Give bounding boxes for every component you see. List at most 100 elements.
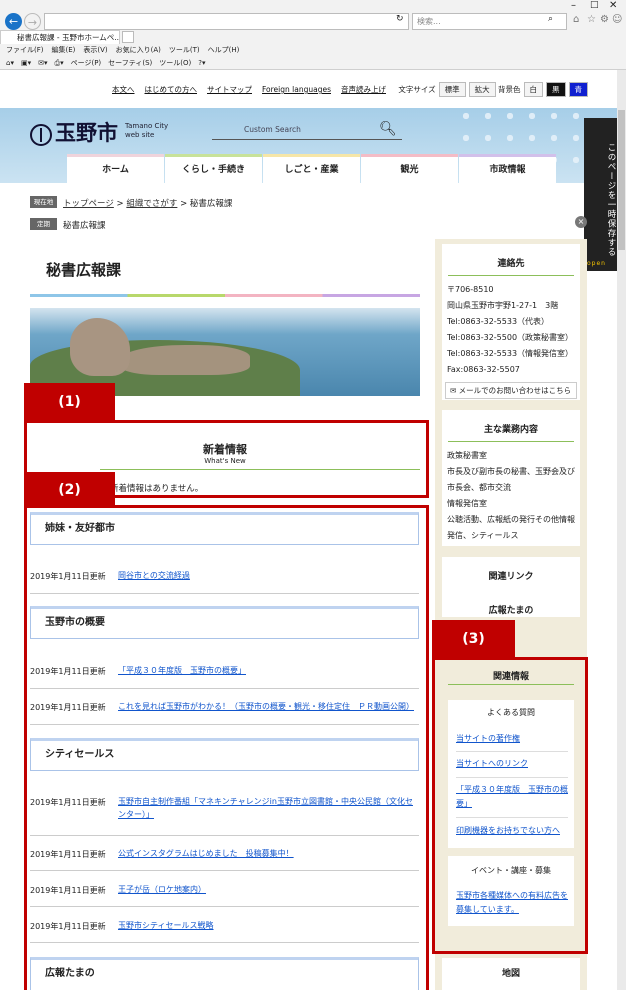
- fixed-tag: 定期: [30, 218, 57, 230]
- maximize-icon[interactable]: □: [590, 0, 599, 10]
- contact-text: 〒706-8510 岡山県玉野市宇野1-27-1 3階 Tel:0863-32-55…: [447, 285, 574, 374]
- search-icon[interactable]: ⌕: [548, 14, 553, 24]
- bg-white-button[interactable]: 白: [523, 82, 543, 97]
- item-link[interactable]: 玉野市自主制作番組「マネキンチャレンジin玉野市立図書館・中央公民館（文化センタ…: [118, 795, 418, 821]
- site-logo[interactable]: 玉野市: [30, 117, 118, 147]
- section-heading: シティセールス: [30, 738, 419, 771]
- item-link[interactable]: 玉野市シティセールス戦略: [118, 919, 418, 932]
- logo-subtitle: Tamano City web site: [125, 122, 169, 139]
- item-link[interactable]: これを見れば玉野市がわかる！（玉野市の概要・観光・移住定住 ＰＲ動画公開）: [118, 700, 418, 713]
- annotation-label-1: (1): [24, 383, 115, 421]
- back-icon[interactable]: ←: [5, 13, 22, 30]
- section-heading: 玉野市の概要: [30, 606, 419, 639]
- menu-edit[interactable]: 編集(E): [52, 46, 76, 54]
- close-icon[interactable]: ✕: [609, 0, 617, 11]
- scrollbar-thumb[interactable]: [618, 110, 625, 250]
- item-date: 2019年1月11日更新: [30, 922, 106, 931]
- nav-tourism[interactable]: 観光: [361, 154, 458, 183]
- divider: [30, 870, 419, 871]
- breadcrumb-top[interactable]: トップページ: [63, 199, 114, 209]
- item-link[interactable]: 公式インスタグラムはじめました 投稿募集中！: [118, 847, 418, 860]
- item-date: 2019年1月11日更新: [30, 703, 106, 712]
- item-date: 2019年1月11日更新: [30, 850, 106, 859]
- whatsnew-title: 新着情報: [203, 443, 247, 456]
- cmd-tools[interactable]: ツール(O): [159, 59, 191, 67]
- help-icon[interactable]: ?▾: [198, 59, 205, 67]
- save-page-tab[interactable]: このページを一時保存する open: [584, 118, 617, 271]
- menu-help[interactable]: ヘルプ(H): [208, 46, 240, 54]
- faq-link[interactable]: 当サイトへのリンク: [456, 757, 568, 771]
- title-underline: [30, 294, 420, 297]
- menu-favorites[interactable]: お気に入り(A): [116, 46, 161, 54]
- bgcolor-label: 背景色: [498, 85, 521, 94]
- duties-title: 主な業務内容: [448, 410, 574, 442]
- util-link[interactable]: はじめての方へ: [145, 85, 198, 94]
- bg-blue-button[interactable]: 青: [568, 82, 588, 97]
- home-icon[interactable]: ⌂: [573, 14, 579, 25]
- smiley-icon[interactable]: ☺: [612, 14, 622, 25]
- browser-tab[interactable]: 秘書広報課 - 玉野市ホームペ...: [0, 30, 120, 44]
- divider: [30, 688, 419, 689]
- address-bar[interactable]: [44, 13, 409, 30]
- print-icon[interactable]: ⎙▾: [55, 59, 64, 67]
- cmd-safety[interactable]: セーフティ(S): [108, 59, 152, 67]
- command-bar: ⌂▾ ▣▾ ✉▾ ⎙▾ ページ(P) セーフティ(S) ツール(O) ?▾: [6, 58, 212, 68]
- duties-text: 政策秘書室 市長及び副市長の秘書、玉野会及び 市長会、都市交流 情報発信室 公聴活動、広…: [447, 451, 575, 540]
- faq-link[interactable]: 印刷機器をお持ちでない方へ: [456, 824, 568, 838]
- feeds-icon[interactable]: ▣▾: [21, 59, 31, 67]
- nav-home[interactable]: ホーム: [67, 154, 164, 183]
- kouhou-title: 広報たまの: [488, 606, 534, 616]
- menu-view[interactable]: 表示(V): [83, 46, 107, 54]
- related-info-box: 関連情報 よくある質問 当サイトの著作権 当サイトへのリンク 「平成３０年度版 …: [442, 667, 580, 943]
- close-icon[interactable]: ×: [575, 216, 587, 228]
- item-link[interactable]: 王子が岳（ロケ地案内）: [118, 883, 418, 896]
- divider: [30, 593, 419, 594]
- menu-file[interactable]: ファイル(F): [6, 46, 44, 54]
- item-date: 2019年1月11日更新: [30, 667, 106, 676]
- search-icon[interactable]: 🔍︎: [379, 121, 397, 137]
- faq-link[interactable]: 「平成３０年度版 玉野市の概要」: [456, 783, 568, 811]
- section-heading: 広報たまの: [30, 957, 419, 990]
- nav-work[interactable]: しごと・産業: [263, 154, 360, 183]
- divider: [30, 942, 419, 943]
- nav-cityinfo[interactable]: 市政情報: [459, 154, 556, 183]
- site-search-input[interactable]: Custom Search: [212, 122, 402, 140]
- refresh-icon[interactable]: ↻: [396, 14, 404, 24]
- breadcrumb-current: 秘書広報課: [189, 199, 233, 209]
- fontsize-label: 文字サイズ: [398, 85, 436, 94]
- menu-tools[interactable]: ツール(T): [169, 46, 200, 54]
- item-date: 2019年1月11日更新: [30, 798, 106, 807]
- minimize-icon[interactable]: –: [571, 0, 576, 11]
- util-link[interactable]: 本文へ: [112, 85, 135, 94]
- whatsnew-subtitle: What's New: [204, 457, 246, 465]
- breadcrumb: トップページ > 組織でさがす > 秘書広報課: [63, 199, 233, 209]
- cmd-page[interactable]: ページ(P): [71, 59, 102, 67]
- event-link[interactable]: 玉野市各種媒体への有料広告を募集しています。: [456, 889, 568, 917]
- faq-heading: よくある質問: [487, 708, 535, 717]
- faq-link[interactable]: 当サイトの著作権: [456, 732, 568, 746]
- fontsize-standard-button[interactable]: 標準: [438, 82, 466, 97]
- page-title: 秘書広報課: [46, 261, 122, 279]
- mail-icon: ✉: [450, 386, 459, 395]
- util-link[interactable]: 音声読み上げ: [341, 85, 386, 94]
- mail-icon[interactable]: ✉▾: [38, 59, 47, 67]
- item-link[interactable]: 「平成３０年度版 玉野市の概要」: [118, 664, 418, 677]
- bg-black-button[interactable]: 黒: [546, 82, 566, 97]
- util-link[interactable]: Foreign languages: [262, 85, 331, 94]
- util-link[interactable]: サイトマップ: [207, 85, 252, 94]
- browser-search-input[interactable]: 検索...: [412, 13, 567, 30]
- title-underline: [448, 684, 574, 685]
- forward-icon[interactable]: →: [24, 13, 41, 30]
- favorites-icon[interactable]: ☆: [587, 14, 596, 25]
- breadcrumb-org[interactable]: 組織でさがす: [126, 199, 177, 209]
- item-date: 2019年1月11日更新: [30, 886, 106, 895]
- fontsize-large-button[interactable]: 拡大: [468, 82, 496, 97]
- new-tab-icon[interactable]: [122, 31, 134, 43]
- utility-links: 本文へ はじめての方へ サイトマップ Foreign languages 音声読み上げ …: [112, 82, 496, 98]
- divider: [30, 906, 419, 907]
- gear-icon[interactable]: ⚙: [600, 14, 609, 25]
- home-cmd-icon[interactable]: ⌂▾: [6, 59, 14, 67]
- mail-contact-button[interactable]: ✉ メールでのお問い合わせはこちら: [445, 382, 577, 399]
- item-link[interactable]: 岡谷市との交流経過: [118, 569, 418, 582]
- nav-living[interactable]: くらし・手続き: [165, 154, 262, 183]
